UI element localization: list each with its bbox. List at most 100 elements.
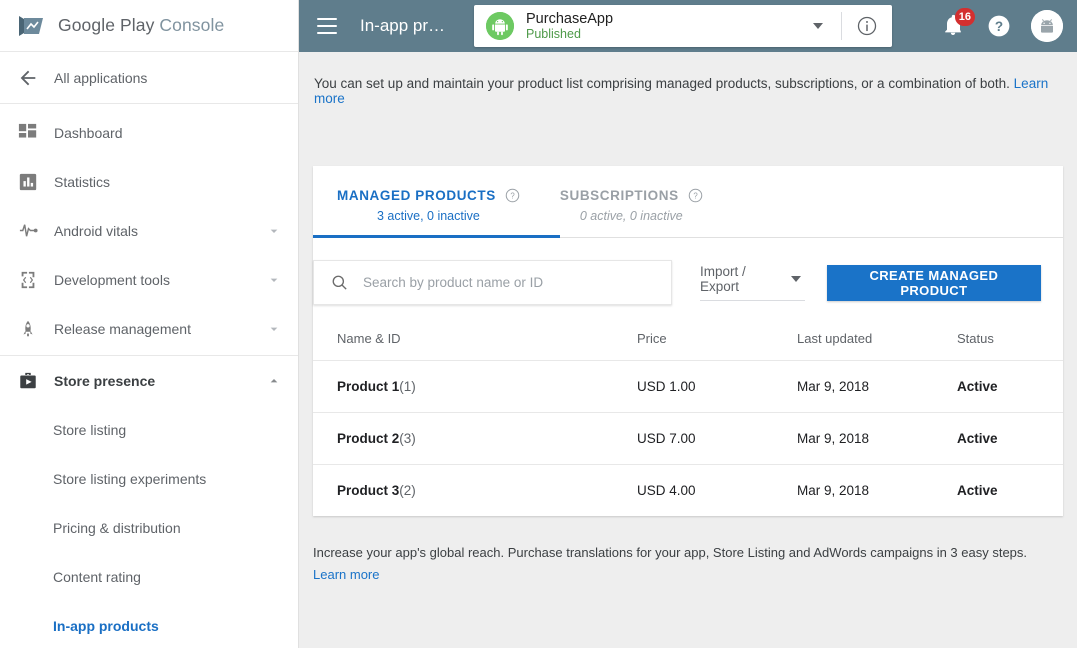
- cell-last-updated: Mar 9, 2018: [797, 412, 957, 465]
- table-row[interactable]: Product 3(2) USD 4.00 Mar 9, 2018 Active: [313, 465, 1063, 517]
- cell-name-id: Product 2(3): [313, 412, 637, 465]
- tab-subtitle: 3 active, 0 inactive: [377, 209, 480, 223]
- sidebar-subitem-label: Pricing & distribution: [53, 519, 181, 536]
- app-name: PurchaseApp: [526, 10, 614, 27]
- cell-status: Active: [957, 483, 998, 498]
- arrow-left-icon: [17, 67, 39, 89]
- google-play-console-logo-icon: [17, 13, 47, 39]
- sidebar-subitem-label: Content rating: [53, 568, 141, 585]
- sidebar-subitem-pricing-distribution[interactable]: Pricing & distribution: [0, 503, 298, 552]
- app-selector[interactable]: PurchaseApp Published: [474, 5, 892, 47]
- cell-price: USD 1.00: [637, 360, 797, 413]
- footer-text: Increase your app's global reach. Purcha…: [313, 545, 1028, 560]
- tab-row: MANAGED PRODUCTS ?: [337, 188, 520, 203]
- all-applications-label: All applications: [54, 69, 148, 86]
- help-icon[interactable]: ?: [987, 14, 1011, 38]
- product-name: Product 2: [337, 431, 400, 446]
- help-icon[interactable]: ?: [688, 188, 703, 203]
- sidebar-item-store-presence[interactable]: Store presence: [0, 356, 298, 405]
- all-applications-link[interactable]: All applications: [0, 52, 298, 104]
- tab-subtitle: 0 active, 0 inactive: [579, 209, 683, 223]
- sidebar-subitem-store-listing-experiments[interactable]: Store listing experiments: [0, 454, 298, 503]
- notifications-bell-icon[interactable]: 16: [941, 8, 975, 39]
- tab-label: SUBSCRIPTIONS: [559, 188, 679, 203]
- intro-text: You can set up and maintain your product…: [299, 52, 1077, 106]
- sidebar-nav: Dashboard Statistics Android vitals Deve…: [0, 104, 298, 648]
- chevron-down-icon: [790, 276, 801, 282]
- sidebar-subitem-label: Store listing experiments: [53, 470, 207, 487]
- android-app-icon: [486, 12, 514, 40]
- cell-name-id: Product 3(2): [313, 465, 637, 517]
- column-header-price: Price: [637, 321, 797, 361]
- chevron-down-icon[interactable]: [266, 272, 282, 288]
- sidebar-subitem-content-rating[interactable]: Content rating: [0, 552, 298, 601]
- tab-row: SUBSCRIPTIONS ?: [560, 188, 703, 203]
- statistics-icon: [17, 171, 39, 193]
- product-name: Product 3: [337, 483, 400, 498]
- chevron-up-icon[interactable]: [266, 373, 282, 389]
- product-id: (1): [399, 379, 416, 394]
- sidebar-item-release-management[interactable]: Release management: [0, 304, 298, 353]
- code-brackets-icon: [17, 269, 39, 291]
- table-header-row: Name & ID Price Last updated Status: [313, 321, 1063, 361]
- help-icon[interactable]: ?: [505, 188, 520, 203]
- footer-learn-more-link[interactable]: Learn more: [313, 564, 1063, 586]
- chevron-down-icon[interactable]: [266, 321, 282, 337]
- sidebar-item-label: Development tools: [54, 271, 170, 288]
- content-area: You can set up and maintain your product…: [299, 52, 1077, 582]
- search-box[interactable]: [313, 260, 672, 305]
- chevron-down-icon[interactable]: [813, 23, 823, 29]
- column-header-status: Status: [957, 321, 1063, 361]
- notification-badge: 16: [954, 8, 975, 26]
- sidebar-item-label: Android vitals: [54, 222, 139, 239]
- sidebar-subitem-label: In-app products: [53, 617, 159, 634]
- search-input[interactable]: [361, 274, 671, 291]
- sidebar-item-android-vitals[interactable]: Android vitals: [0, 206, 298, 255]
- cell-price: USD 4.00: [637, 483, 696, 498]
- sidebar: Google Play Console All applications Das…: [0, 0, 299, 648]
- sidebar-item-label: Dashboard: [54, 124, 123, 141]
- menu-icon[interactable]: [317, 18, 337, 34]
- tab-subscriptions[interactable]: SUBSCRIPTIONS ? 0 active, 0 inactive: [560, 166, 703, 237]
- sidebar-subitem-label: Store listing: [53, 421, 127, 438]
- brand-header[interactable]: Google Play Console: [0, 0, 298, 52]
- products-card: MANAGED PRODUCTS ? 3 active, 0 inactive: [313, 166, 1063, 516]
- rocket-icon: [17, 318, 39, 340]
- page-title: In-app pr…: [360, 16, 446, 35]
- tab-managed-products[interactable]: MANAGED PRODUCTS ? 3 active, 0 inactive: [313, 166, 560, 238]
- table-row[interactable]: Product 2(3) USD 7.00 Mar 9, 2018 Active: [313, 412, 1063, 465]
- avatar[interactable]: [1031, 10, 1063, 42]
- footer-promo: Increase your app's global reach. Purcha…: [313, 542, 1063, 587]
- app-selector-meta: PurchaseApp Published: [526, 11, 613, 41]
- tab-label: MANAGED PRODUCTS: [337, 188, 496, 203]
- pulse-icon: [17, 220, 39, 242]
- main-area: In-app pr… PurchaseApp Published 16 ? Yo…: [299, 0, 1077, 648]
- table-row[interactable]: Product 1(1) USD 1.00 Mar 9, 2018 Active: [313, 360, 1063, 413]
- sidebar-subitem-store-listing[interactable]: Store listing: [0, 405, 298, 454]
- create-managed-product-button[interactable]: CREATE MANAGED PRODUCT: [826, 264, 1041, 301]
- brand-title: Google Play Console: [58, 15, 225, 35]
- product-name: Product 1: [337, 379, 400, 394]
- chevron-down-icon[interactable]: [266, 223, 282, 239]
- cell-status: Active: [957, 412, 1063, 465]
- sidebar-item-statistics[interactable]: Statistics: [0, 157, 298, 206]
- app-publish-status: Published: [526, 27, 581, 42]
- divider: [841, 12, 842, 40]
- products-table: Name & ID Price Last updated Status Prod…: [313, 321, 1063, 516]
- top-app-bar: In-app pr… PurchaseApp Published 16 ?: [299, 0, 1077, 52]
- cell-status: Active: [957, 360, 1063, 413]
- top-bar-actions: 16 ?: [941, 0, 1063, 52]
- sidebar-item-development-tools[interactable]: Development tools: [0, 255, 298, 304]
- cell-last-updated: Mar 9, 2018: [797, 483, 870, 498]
- import-export-dropdown[interactable]: Import / Export: [700, 264, 805, 301]
- sidebar-subitem-in-app-products[interactable]: In-app products: [0, 601, 298, 648]
- dashboard-icon: [17, 122, 39, 144]
- cell-name-id: Product 1(1): [313, 360, 637, 413]
- app-root: Google Play Console All applications Das…: [0, 0, 1077, 648]
- sidebar-item-label: Store presence: [54, 372, 156, 389]
- product-id: (2): [399, 483, 416, 498]
- info-icon[interactable]: [856, 15, 878, 37]
- cell-price: USD 7.00: [637, 412, 797, 465]
- sidebar-item-dashboard[interactable]: Dashboard: [0, 108, 298, 157]
- intro-sentence: You can set up and maintain your product…: [314, 76, 1010, 91]
